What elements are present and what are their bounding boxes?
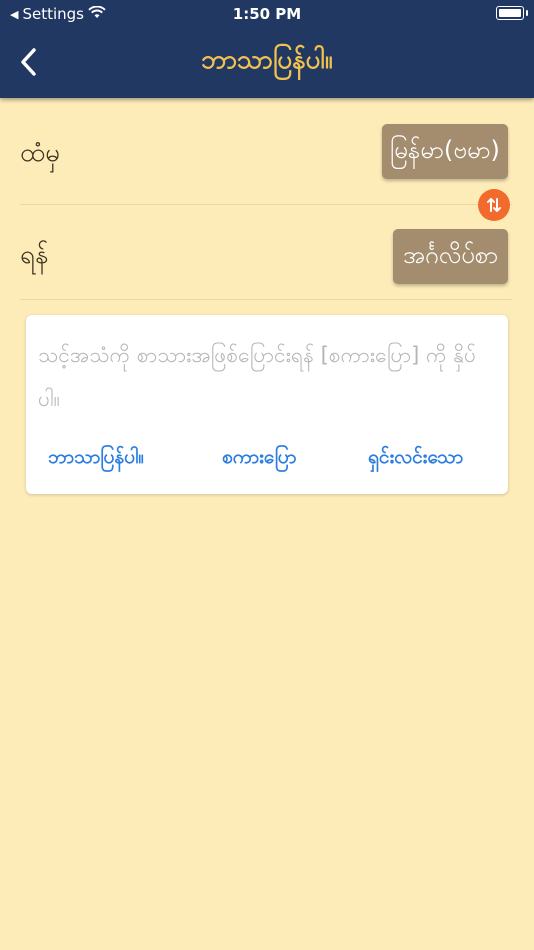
to-label: ရန်: [20, 240, 49, 270]
top-bar: ◀ Settings 1:50 PM ဘာသာပြန်ပါ။: [0, 0, 534, 98]
input-card: သင့်အသံကို စာသားအဖြစ်ပြောင်းရန် [စကားပြေ…: [26, 315, 508, 494]
from-label: ထံမှ: [20, 138, 60, 168]
clear-button[interactable]: ရှင်းလင်းသော: [368, 445, 463, 473]
page-title: ဘာသာပြန်ပါ။: [201, 45, 333, 75]
battery-icon: [496, 6, 528, 20]
status-bar: ◀ Settings 1:50 PM: [0, 0, 534, 28]
from-language-row: ထံမှ မြန်မာ(ဗမာ): [20, 110, 512, 205]
status-time: 1:50 PM: [232, 5, 302, 23]
input-placeholder[interactable]: သင့်အသံကို စာသားအဖြစ်ပြောင်းရန် [စကားပြေ…: [38, 333, 478, 421]
action-bar: ဘာသာပြန်ပါ။ စကားပြော ရှင်းလင်းသော: [26, 445, 508, 479]
speak-button[interactable]: စကားပြော: [222, 445, 296, 473]
to-language-button[interactable]: အင်္ဂလိပ်စာ: [393, 229, 508, 284]
from-language-button[interactable]: မြန်မာ(ဗမာ): [382, 124, 508, 179]
translate-button[interactable]: ဘာသာပြန်ပါ။: [48, 445, 144, 473]
to-language-row: ရန် အင်္ဂလိပ်စာ: [20, 205, 512, 300]
nav-bar: ဘာသာပြန်ပါ။: [0, 28, 534, 96]
